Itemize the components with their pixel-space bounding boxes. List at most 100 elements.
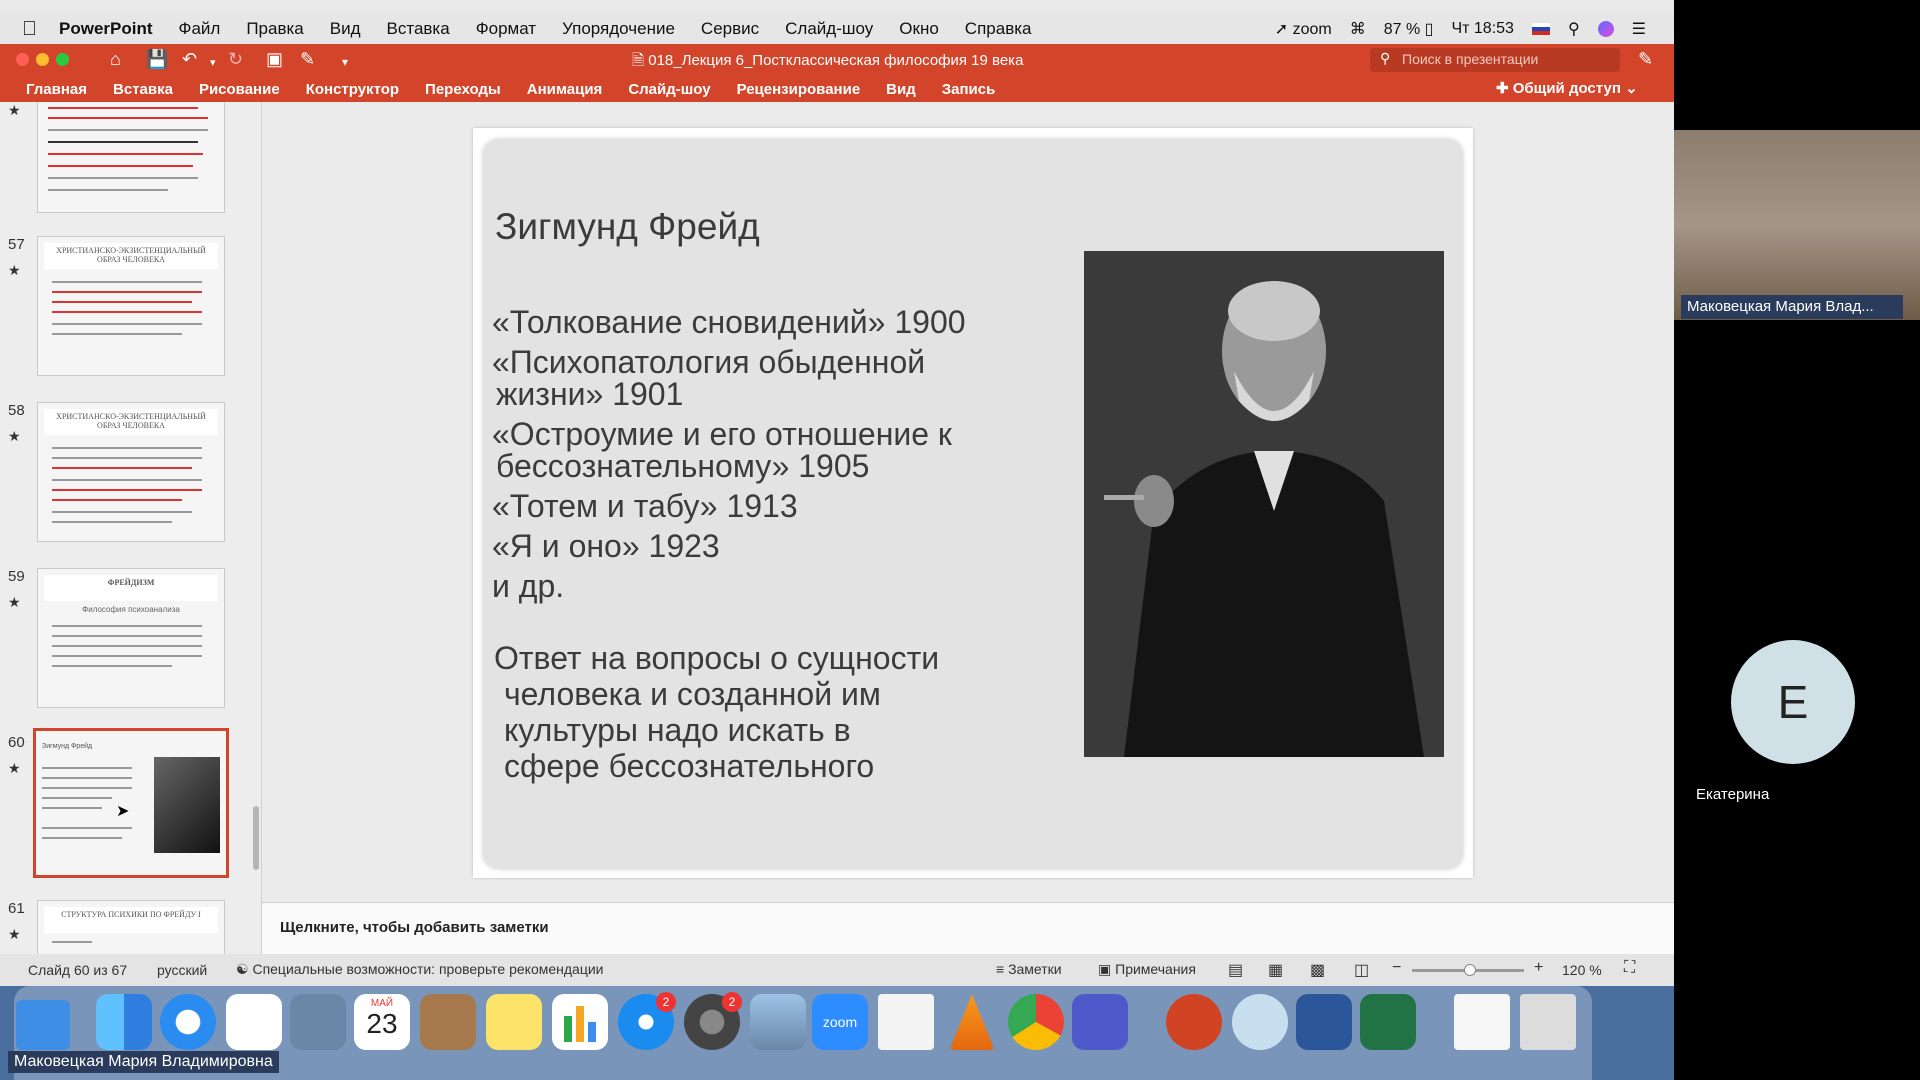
zoom-app-icon[interactable]: zoom xyxy=(812,994,868,1050)
tab-transitions[interactable]: Переходы xyxy=(425,81,501,98)
menu-window[interactable]: Окно xyxy=(899,19,939,39)
menu-arrange[interactable]: Упорядочение xyxy=(562,19,675,39)
work-item[interactable]: бессознательному» 1905 xyxy=(496,450,869,483)
reading-view-icon[interactable]: ▩ xyxy=(1310,960,1325,980)
apple-icon[interactable]:  xyxy=(22,18,37,41)
zoom-level[interactable]: 120 % xyxy=(1562,962,1602,978)
powerpoint-icon[interactable] xyxy=(1166,994,1222,1050)
work-item[interactable]: «Тотем и табу» 1913 xyxy=(492,490,798,523)
accessibility-checker[interactable]: ☯ Специальные возможности: проверьте рек… xyxy=(236,961,604,978)
notes-toggle-button[interactable]: ≡ Заметки xyxy=(996,961,1062,977)
menu-view[interactable]: Вид xyxy=(330,19,361,39)
menu-slideshow[interactable]: Слайд-шоу xyxy=(785,19,873,39)
trash-icon[interactable] xyxy=(1520,994,1576,1050)
keyboard-layout-flag-icon[interactable] xyxy=(1531,23,1550,35)
draw-icon[interactable]: ✎ xyxy=(300,49,315,70)
slide-thumbnails-pane[interactable]: ★ 57 ★ ХРИСТИАНСКО-ЭКЗИСТЕНЦИАЛЬНЫЙ ОБРА… xyxy=(0,102,262,954)
undo-icon[interactable]: ↶ xyxy=(182,49,197,70)
menu-edit[interactable]: Правка xyxy=(246,19,303,39)
tab-slideshow[interactable]: Слайд-шоу xyxy=(628,81,710,98)
zoom-status[interactable]: ➚ zoom xyxy=(1275,19,1332,39)
zoom-slider[interactable] xyxy=(1412,964,1524,976)
contacts-icon[interactable] xyxy=(420,994,476,1050)
freud-portrait-photo[interactable] xyxy=(1084,251,1444,757)
battery-indicator[interactable]: 87 % ▯ xyxy=(1384,19,1434,39)
language-indicator[interactable]: русский xyxy=(157,962,207,978)
thumbnails-scrollbar[interactable] xyxy=(253,806,259,870)
zoom-slider-handle[interactable] xyxy=(1464,964,1476,976)
work-item[interactable]: и др. xyxy=(492,570,564,603)
tab-home[interactable]: Главная xyxy=(26,81,87,98)
participant-avatar[interactable]: Е xyxy=(1731,640,1855,764)
word-icon[interactable] xyxy=(1296,994,1352,1050)
finder-icon[interactable] xyxy=(96,994,152,1050)
numbers-icon[interactable] xyxy=(552,994,608,1050)
normal-view-icon[interactable]: ▤ xyxy=(1228,960,1243,980)
work-item[interactable]: «Толкование сновидений» 1900 xyxy=(492,306,966,339)
close-window-button[interactable] xyxy=(16,53,29,66)
chrome-icon[interactable] xyxy=(1008,994,1064,1050)
menu-file[interactable]: Файл xyxy=(179,19,221,39)
menu-help[interactable]: Справка xyxy=(965,19,1032,39)
tab-design[interactable]: Конструктор xyxy=(306,81,399,98)
control-center-icon[interactable]: ☰ xyxy=(1632,19,1646,39)
share-button[interactable]: ✚ Общий доступ ⌄ xyxy=(1496,79,1638,97)
present-icon[interactable]: ▣ xyxy=(266,49,283,70)
zoom-out-button[interactable]: − xyxy=(1392,959,1401,977)
participant-video[interactable] xyxy=(1674,130,1920,320)
menu-insert[interactable]: Вставка xyxy=(387,19,450,39)
customize-toolbar-icon[interactable]: ▾ xyxy=(342,55,348,69)
slide-thumbnail-60-selected[interactable]: Зигмунд Фрейд ➤ xyxy=(33,728,229,878)
spotlight-search-icon[interactable]: ⚲ xyxy=(1568,19,1580,39)
odt-file-icon[interactable] xyxy=(1454,994,1510,1050)
teams-icon[interactable] xyxy=(1072,994,1128,1050)
folder-icon[interactable] xyxy=(16,1000,70,1050)
slide-title[interactable]: Зигмунд Фрейд xyxy=(495,206,760,248)
slide-thumbnail-59[interactable]: ФРЕЙДИЗМ Философия психоанализа xyxy=(37,568,225,708)
fit-to-window-icon[interactable]: ⛶ xyxy=(1624,959,1635,977)
slide-thumbnail-57[interactable]: ХРИСТИАНСКО-ЭКЗИСТЕНЦИАЛЬНЫЙ ОБРАЗ ЧЕЛОВ… xyxy=(37,236,225,376)
slide-sorter-icon[interactable]: ▦ xyxy=(1268,960,1283,980)
slide-thumbnail-56[interactable] xyxy=(37,102,225,213)
reminders-icon[interactable] xyxy=(226,994,282,1050)
excel-icon[interactable] xyxy=(1360,994,1416,1050)
work-item[interactable]: «Остроумие и его отношение к xyxy=(492,418,952,451)
menu-format[interactable]: Формат xyxy=(476,19,536,39)
work-item[interactable]: жизни» 1901 xyxy=(496,378,683,411)
wifi-icon[interactable]: ⌘ xyxy=(1350,19,1366,39)
undo-dropdown-icon[interactable]: ▾ xyxy=(210,56,216,69)
notes-app-icon[interactable] xyxy=(486,994,542,1050)
menu-tools[interactable]: Сервис xyxy=(701,19,759,39)
preview-icon[interactable] xyxy=(750,994,806,1050)
menubar-clock[interactable]: Чт 18:53 xyxy=(1451,20,1513,38)
search-presentation-input[interactable]: ⚲ Поиск в презентации xyxy=(1370,48,1620,72)
notes-pane[interactable]: Щелкните, чтобы добавить заметки xyxy=(262,902,1674,954)
document-file-icon[interactable] xyxy=(878,994,934,1050)
siri-icon[interactable] xyxy=(1597,21,1614,37)
tab-draw[interactable]: Рисование xyxy=(199,81,280,98)
work-item[interactable]: «Психопатология обыденной xyxy=(492,346,925,379)
slide-conclusion[interactable]: Ответ на вопросы о сущности человека и с… xyxy=(494,640,1054,784)
magnifier-icon[interactable] xyxy=(1232,994,1288,1050)
slideshow-view-icon[interactable]: ◫ xyxy=(1354,960,1369,980)
comments-toggle-button[interactable]: ▣ Примечания xyxy=(1098,961,1196,978)
tab-review[interactable]: Рецензирование xyxy=(737,81,861,98)
work-item[interactable]: «Я и оно» 1923 xyxy=(492,530,720,563)
save-icon[interactable]: 💾 xyxy=(146,49,168,70)
collaborate-icon[interactable]: ✎ xyxy=(1638,49,1653,70)
preview-image-icon[interactable] xyxy=(290,994,346,1050)
slide-thumbnail-58[interactable]: ХРИСТИАНСКО-ЭКЗИСТЕНЦИАЛЬНЫЙ ОБРАЗ ЧЕЛОВ… xyxy=(37,402,225,542)
minimize-window-button[interactable] xyxy=(36,53,49,66)
redo-icon[interactable]: ↻ xyxy=(228,49,243,70)
safari-icon[interactable] xyxy=(160,994,216,1050)
tab-view[interactable]: Вид xyxy=(886,81,916,98)
tab-record[interactable]: Запись xyxy=(942,81,996,98)
menu-app-name[interactable]: PowerPoint xyxy=(59,19,153,39)
tab-insert[interactable]: Вставка xyxy=(113,81,173,98)
tab-animations[interactable]: Анимация xyxy=(527,81,603,98)
home-icon[interactable]: ⌂ xyxy=(110,49,121,70)
zoom-in-button[interactable]: + xyxy=(1534,959,1543,977)
slide-thumbnail-61[interactable]: СТРУКТУРА ПСИХИКИ ПО ФРЕЙДУ I xyxy=(37,900,225,954)
zoom-window-button[interactable] xyxy=(56,53,69,66)
calendar-icon[interactable]: МАЙ 23 xyxy=(354,994,410,1050)
